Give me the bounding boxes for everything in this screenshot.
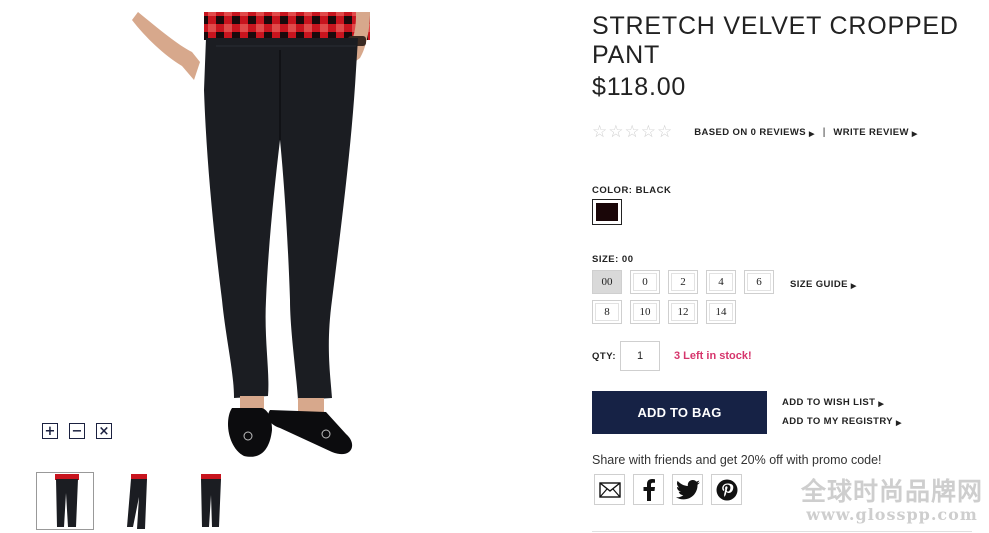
reviews-link[interactable]: BASED ON 0 REVIEWS ▶ [694,127,815,138]
twitter-share-button[interactable] [672,474,703,505]
size-option[interactable]: 8 [592,300,622,324]
reviews-link-label: BASED ON 0 REVIEWS [694,127,806,138]
size-option[interactable]: 10 [630,300,660,324]
star-icon: ☆ [640,122,656,142]
caret-right-icon: ▶ [850,283,857,290]
swatch-fill [596,203,618,221]
thumbnail-side[interactable] [108,472,166,530]
size-label: SIZE: 00 [592,254,634,265]
pinterest-share-button[interactable] [711,474,742,505]
size-option[interactable]: 2 [668,270,698,294]
caret-right-icon: ▶ [896,420,902,427]
close-icon[interactable]: × [96,423,112,439]
thumbnail-back[interactable] [180,472,238,530]
divider [592,531,972,532]
add-to-bag-button[interactable]: ADD TO BAG [592,391,767,434]
wish-list-label: ADD TO WISH LIST [782,397,876,408]
qty-input[interactable]: 1 [620,341,660,371]
share-promo-text: Share with friends and get 20% off with … [592,453,882,467]
write-review-label: WRITE REVIEW [833,127,909,138]
zoom-in-icon[interactable]: + [42,423,58,439]
star-icon: ☆ [592,122,608,142]
twitter-icon [675,479,700,499]
product-main-image [120,0,390,462]
zoom-out-icon[interactable]: − [69,423,85,439]
star-icon: ☆ [657,122,673,142]
size-option[interactable]: 0 [630,270,660,294]
facebook-share-button[interactable] [633,474,664,505]
size-option[interactable]: 00 [592,270,622,294]
write-review-link[interactable]: WRITE REVIEW ▶ [833,127,917,138]
thumbnail-front[interactable] [36,472,94,530]
add-to-wish-list-link[interactable]: ADD TO WISH LIST ▶ [782,397,884,408]
star-icon: ☆ [608,122,624,142]
email-share-button[interactable] [594,474,625,505]
star-rating: ☆ ☆ ☆ ☆ ☆ [592,124,672,141]
quantity-row: QTY: 1 3 Left in stock! [592,341,752,371]
rating-row: ☆ ☆ ☆ ☆ ☆ BASED ON 0 REVIEWS ▶ | WRITE RE… [592,124,918,141]
stock-message: 3 Left in stock! [674,350,752,362]
watermark: 全球时尚品牌网 www.glosspp.com [801,478,983,524]
zoom-controls: + − × [42,423,112,439]
facebook-icon [643,478,655,501]
registry-label: ADD TO MY REGISTRY [782,416,894,427]
product-price: $118.00 [592,73,687,101]
add-to-registry-link[interactable]: ADD TO MY REGISTRY ▶ [782,416,902,427]
size-option[interactable]: 14 [706,300,736,324]
star-icon: ☆ [624,122,640,142]
caret-right-icon: ▶ [911,131,918,138]
size-option[interactable]: 4 [706,270,736,294]
size-option[interactable]: 12 [668,300,698,324]
caret-right-icon: ▶ [808,131,815,138]
size-options: 00 0 2 4 6 8 10 12 14 [592,270,782,324]
qty-label: QTY: [592,350,616,362]
color-swatch-black[interactable] [592,199,622,225]
size-guide-label: SIZE GUIDE [790,279,848,290]
pinterest-icon [716,479,737,500]
share-buttons [594,474,742,505]
size-guide-link[interactable]: SIZE GUIDE ▶ [790,279,857,290]
product-title: STRETCH VELVET CROPPED PANT [592,12,959,69]
watermark-chinese: 全球时尚品牌网 [800,477,983,506]
color-label: COLOR: BLACK [592,185,672,196]
thumbnail-strip [36,472,238,530]
caret-right-icon: ▶ [878,401,885,408]
size-option[interactable]: 6 [744,270,774,294]
separator: | [822,127,826,138]
email-icon [598,481,621,498]
watermark-url: www.glosspp.com [806,505,978,524]
